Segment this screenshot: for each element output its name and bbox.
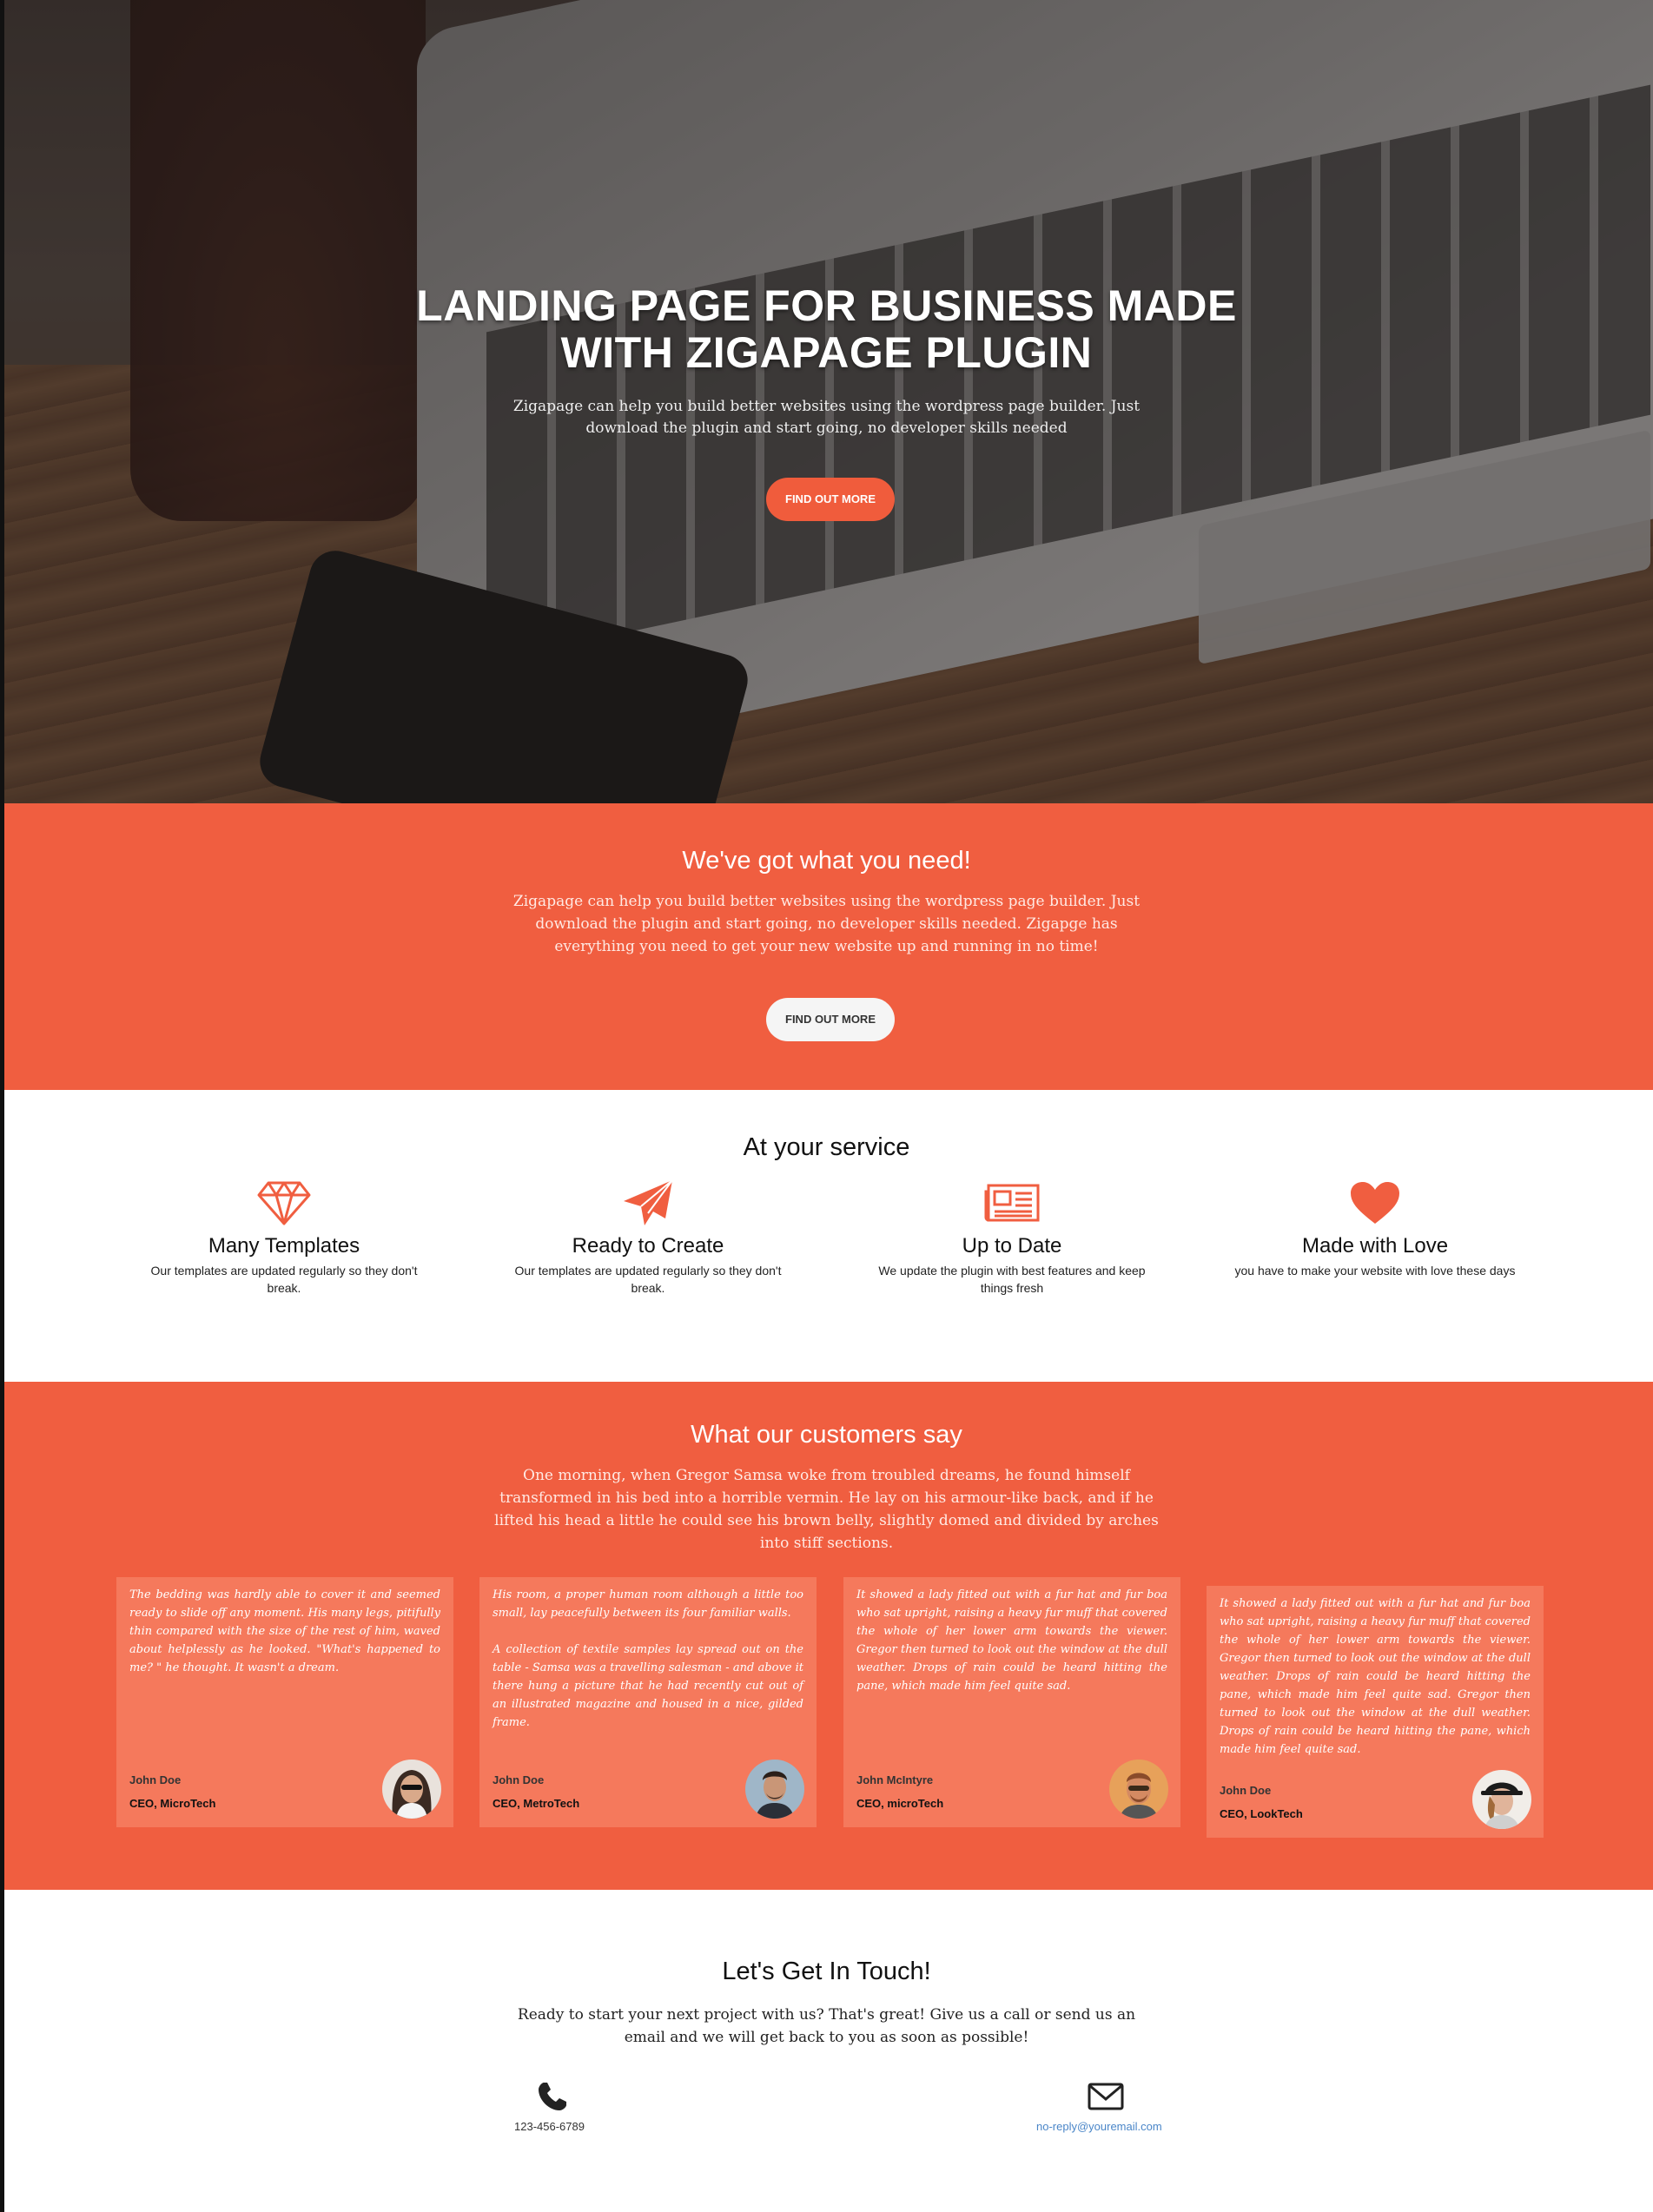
avatar [1109,1760,1168,1819]
contact-text: Ready to start your next project with us… [517,2006,1136,2046]
hero-section: LANDING PAGE FOR BUSINESS MADE WITH ZIGA… [0,0,1653,803]
testimonial-name: John Doe [493,1773,545,1786]
testimonial-card: The bedding was hardly able to cover it … [116,1577,453,1827]
testimonial-quote: It showed a lady fitted out with a fur h… [1220,1597,1531,1756]
testimonial-quote: It showed a lady fitted out with a fur h… [856,1588,1167,1693]
testimonial-role: CEO, MetroTech [493,1797,580,1810]
testimonial-quote: His room, a proper human room although a… [493,1588,803,1729]
service-heading: At your service [743,1133,910,1161]
newspaper-icon [864,1177,1160,1229]
paper-plane-icon [500,1177,796,1229]
need-section: We've got what you need! Zigapage can he… [0,803,1653,1090]
testimonial-card: It showed a lady fitted out with a fur h… [1207,1586,1544,1838]
need-heading: We've got what you need! [682,847,971,875]
feature-text: We update the plugin with best features … [878,1264,1146,1295]
testimonials-heading: What our customers say [691,1421,962,1449]
avatar [382,1760,441,1819]
testimonial-role: CEO, microTech [856,1797,944,1810]
avatar [1472,1770,1531,1829]
hero-find-out-more-button[interactable]: FIND OUT MORE [766,478,895,521]
testimonial-quote: The bedding was hardly able to cover it … [129,1588,440,1674]
contact-section: Let's Get In Touch! Ready to start your … [0,1890,1653,2212]
feature-title: Ready to Create [572,1234,724,1258]
feature-text: Our templates are updated regularly so t… [150,1264,418,1295]
hero-title-line-2: WITH ZIGAPAGE PLUGIN [560,328,1093,377]
testimonial-role: CEO, LookTech [1220,1807,1303,1820]
testimonial-card: It showed a lady fitted out with a fur h… [843,1577,1180,1827]
contact-email-link[interactable]: no-reply@youremail.com [1036,2120,1162,2133]
contact-phone: 123-456-6789 [514,2120,585,2133]
testimonials-lead: One morning, when Gregor Samsa woke from… [494,1467,1159,1552]
feature-title: Up to Date [962,1234,1062,1258]
feature-title: Many Templates [208,1234,360,1258]
need-find-out-more-button[interactable]: FIND OUT MORE [766,998,895,1041]
testimonial-card: His room, a proper human room although a… [479,1577,817,1827]
feature-made-with-love: Made with Love you have to make your web… [1227,1177,1523,1279]
feature-many-templates: Many Templates Our templates are updated… [136,1177,432,1297]
testimonial-name: John McIntyre [856,1773,934,1786]
feature-text: you have to make your website with love … [1234,1264,1516,1278]
feature-title: Made with Love [1301,1234,1449,1258]
feature-text: Our templates are updated regularly so t… [514,1264,782,1295]
hero-subtitle: Zigapage can help you build better websi… [512,398,1141,437]
hero-title: LANDING PAGE FOR BUSINESS MADE WITH ZIGA… [0,282,1653,376]
envelope-icon [1088,2083,1124,2115]
contact-heading: Let's Get In Touch! [722,1958,931,1985]
testimonial-role: CEO, MicroTech [129,1797,216,1810]
need-text: Zigapage can help you build better websi… [512,893,1141,955]
feature-ready-to-create: Ready to Create Our templates are update… [500,1177,796,1297]
phone-icon [537,2081,568,2116]
diamond-icon [136,1177,432,1229]
testimonial-name: John Doe [1220,1784,1272,1797]
hero-title-line-1: LANDING PAGE FOR BUSINESS MADE [416,281,1237,330]
feature-up-to-date: Up to Date We update the plugin with bes… [864,1177,1160,1297]
service-section: At your service Many Templates Our templ… [0,1090,1653,1382]
avatar [745,1760,804,1819]
testimonials-section: What our customers say One morning, when… [0,1382,1653,1890]
testimonial-name: John Doe [129,1773,182,1786]
window-left-edge [0,0,4,2212]
heart-icon [1227,1177,1523,1229]
